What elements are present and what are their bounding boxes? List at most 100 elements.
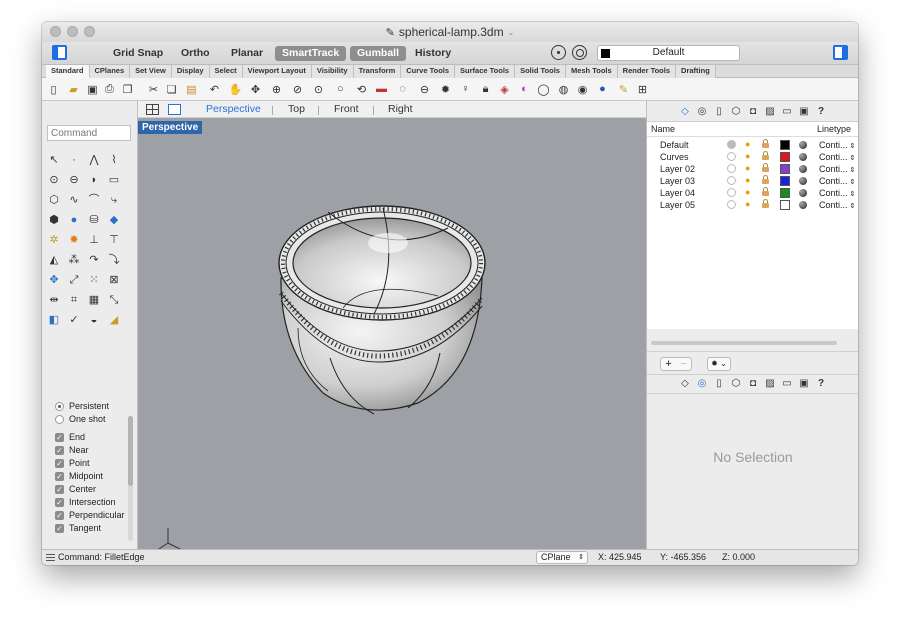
- layer-icon[interactable]: ◈: [498, 82, 511, 96]
- lock-icon[interactable]: 🔒︎: [479, 82, 492, 96]
- check-icon[interactable]: ✓: [67, 313, 81, 327]
- camera-icon[interactable]: ◘: [747, 378, 759, 390]
- tab-perspective[interactable]: Perspective: [206, 103, 261, 115]
- one-shot-radio[interactable]: One shot: [55, 413, 106, 425]
- zoom-window-button[interactable]: [84, 26, 95, 37]
- rotate-view-icon[interactable]: ✥: [249, 82, 262, 96]
- light-bulb-icon[interactable]: ●: [745, 139, 750, 149]
- boolean-icon[interactable]: ✸: [67, 233, 81, 247]
- polyline-icon[interactable]: ⋀: [87, 153, 101, 167]
- light-icon[interactable]: ♀: [459, 82, 472, 96]
- four-view-layout-icon[interactable]: [146, 104, 159, 115]
- cut-icon[interactable]: ✂: [147, 82, 160, 96]
- osnap-intersection[interactable]: ✓ Intersection: [55, 496, 116, 508]
- snap-icon[interactable]: ⊖: [418, 82, 431, 96]
- tab-viewport-layout[interactable]: Viewport Layout: [242, 65, 312, 78]
- tab-front[interactable]: Front: [334, 103, 359, 115]
- dimension-icon[interactable]: ⇹: [47, 293, 61, 307]
- checkbox[interactable]: ✓: [55, 445, 64, 455]
- zoom-extents-icon[interactable]: ⊘: [291, 82, 304, 96]
- gear-icon[interactable]: ✹: [439, 82, 452, 96]
- material-sphere-icon[interactable]: [799, 141, 807, 149]
- lock-icon[interactable]: [761, 151, 770, 161]
- ellipse-icon[interactable]: ⊖: [67, 173, 81, 187]
- explode-icon[interactable]: ⁂: [67, 253, 81, 267]
- freeform-icon[interactable]: ∿: [67, 193, 81, 207]
- trim-icon[interactable]: ⊥: [87, 233, 101, 247]
- camera-icon[interactable]: ◘: [747, 106, 759, 118]
- current-layer-indicator[interactable]: [727, 152, 736, 161]
- toggle-right-sidebar-button[interactable]: [833, 45, 848, 60]
- osnap-center[interactable]: ✓ Center: [55, 483, 96, 495]
- text-icon[interactable]: ⌗: [67, 293, 81, 307]
- close-window-button[interactable]: [50, 26, 61, 37]
- light-bulb-icon[interactable]: ●: [745, 175, 750, 185]
- zoom-window-icon[interactable]: ⊕: [270, 82, 283, 96]
- move-icon[interactable]: ✥: [47, 273, 61, 287]
- rectangle-icon[interactable]: ▭: [107, 173, 121, 187]
- tab-visibility[interactable]: Visibility: [311, 65, 354, 78]
- light-bulb-icon[interactable]: ●: [745, 187, 750, 197]
- material-sphere-icon[interactable]: [799, 177, 807, 185]
- checkbox[interactable]: ✓: [55, 523, 64, 533]
- tab-render-tools[interactable]: Render Tools: [617, 65, 677, 78]
- analyze-icon[interactable]: ◧: [47, 313, 61, 327]
- tab-right[interactable]: Right: [388, 103, 413, 115]
- help-icon[interactable]: ?: [815, 378, 827, 390]
- join-icon[interactable]: ◭: [47, 253, 61, 267]
- tab-transform[interactable]: Transform: [353, 65, 402, 78]
- material-sphere-icon[interactable]: [799, 165, 807, 173]
- tab-curve-tools[interactable]: Curve Tools: [401, 65, 456, 78]
- light-bulb-icon[interactable]: ●: [745, 163, 750, 173]
- lock-icon[interactable]: [761, 187, 770, 197]
- checkbox[interactable]: ✓: [55, 458, 64, 468]
- undo-icon[interactable]: ↶: [208, 82, 221, 96]
- layer-select[interactable]: Default: [597, 45, 740, 61]
- perspective-viewport[interactable]: Perspective: [138, 118, 646, 549]
- linetype-dropdown[interactable]: Conti... ⇕: [819, 188, 855, 198]
- document-icon[interactable]: ▯: [713, 106, 725, 118]
- checkbox[interactable]: ✓: [55, 484, 64, 494]
- current-layer-indicator[interactable]: [727, 140, 736, 149]
- history-button[interactable]: History: [408, 46, 458, 61]
- grid-icon[interactable]: ⊞: [636, 82, 649, 96]
- linetype-dropdown[interactable]: Conti... ⇕: [819, 140, 855, 150]
- osnap-end[interactable]: ✓ End: [55, 431, 85, 443]
- redraw-icon[interactable]: ⟲: [355, 82, 368, 96]
- layer-row-curves[interactable]: Curves ● Conti... ⇕: [647, 151, 858, 163]
- layer-row-default[interactable]: Default ● Conti... ⇕: [647, 139, 858, 151]
- tab-display[interactable]: Display: [171, 65, 210, 78]
- lock-icon[interactable]: [761, 163, 770, 173]
- radio-button[interactable]: [55, 401, 64, 411]
- linetype-dropdown[interactable]: Conti... ⇕: [819, 200, 855, 210]
- offset-icon[interactable]: ⤷: [107, 193, 121, 207]
- render-icon[interactable]: ◌: [396, 82, 409, 96]
- material-sphere-icon[interactable]: [799, 189, 807, 197]
- add-layer-button[interactable]: +: [661, 358, 676, 370]
- paint-icon[interactable]: ◢: [107, 313, 121, 327]
- polygon-icon[interactable]: ⬡: [47, 193, 61, 207]
- osnap-point[interactable]: ✓ Point: [55, 457, 90, 469]
- layer-color-swatch[interactable]: [780, 176, 790, 186]
- osnap-tangent[interactable]: ✓ Tangent: [55, 522, 101, 534]
- current-layer-indicator[interactable]: [727, 200, 736, 209]
- checkbox[interactable]: ✓: [55, 510, 64, 520]
- edit-points-icon[interactable]: ⤵: [107, 253, 121, 267]
- copy-tool-icon[interactable]: ⤢: [67, 273, 81, 287]
- point-icon[interactable]: ·: [67, 153, 81, 167]
- cplane-dropdown[interactable]: CPlane ⇕: [536, 551, 588, 564]
- window-title[interactable]: ✎ spherical-lamp.3dm ⌄: [386, 25, 515, 39]
- array-icon[interactable]: ⁙: [87, 273, 101, 287]
- lock-icon[interactable]: [761, 139, 770, 149]
- grid-snap-button[interactable]: Grid Snap: [106, 46, 170, 61]
- layer-color-swatch[interactable]: [780, 152, 790, 162]
- layer-row-layer-03[interactable]: Layer 03 ● Conti... ⇕: [647, 175, 858, 187]
- lamp-model[interactable]: [138, 118, 646, 549]
- minimize-window-button[interactable]: [67, 26, 78, 37]
- copy-icon[interactable]: ❏: [165, 82, 178, 96]
- save-icon[interactable]: ▣: [86, 82, 99, 96]
- planar-button[interactable]: Planar: [224, 46, 270, 61]
- lock-icon[interactable]: [761, 199, 770, 209]
- layer-color-swatch[interactable]: [780, 200, 790, 210]
- material-sphere-icon[interactable]: [799, 201, 807, 209]
